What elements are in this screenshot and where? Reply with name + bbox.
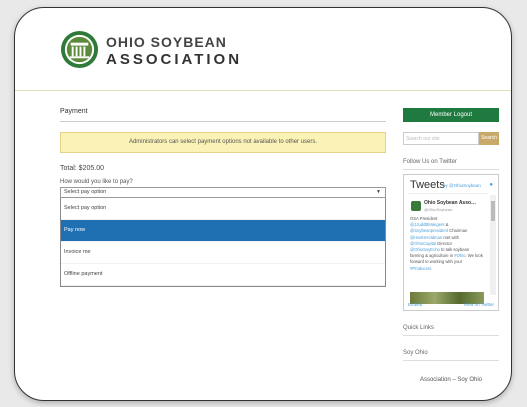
pay-question-label: How would you like to pay?: [60, 179, 133, 185]
tweet-director: Director: [436, 240, 452, 246]
twitter-bird-icon: ●: [489, 182, 493, 188]
option-select-pay[interactable]: Select pay option: [61, 198, 385, 220]
tweet-handle[interactable]: @OhioSoybean: [424, 207, 452, 212]
tweet-met: met with: [442, 234, 459, 240]
admin-notice: Administrators can select payment option…: [60, 132, 386, 153]
tweet-link-6[interactable]: #Ohio: [454, 253, 465, 258]
scrollbar-thumb[interactable]: [491, 201, 495, 221]
tweet-text-plain: OSA President: [410, 216, 438, 221]
option-invoice-me[interactable]: Invoice me: [61, 242, 385, 264]
pay-option-dropdown: Select pay option Pay now Invoice me Off…: [60, 198, 386, 287]
tweets-by-link[interactable]: by @OhioSoybean: [443, 183, 481, 188]
twitter-footer: Embed View on Twitter: [408, 302, 494, 307]
follow-heading: Follow Us on Twitter: [403, 159, 499, 170]
select-value: Select pay option: [64, 189, 107, 195]
browser-card: OHIO SOYBEAN ASSOCIATION Payment Adminis…: [14, 7, 512, 401]
search-row: Search our site Search: [403, 132, 499, 145]
member-logout-button[interactable]: Member Logout: [403, 108, 499, 122]
brand-line-2: ASSOCIATION: [106, 51, 243, 68]
brand-line-1: OHIO SOYBEAN: [106, 34, 227, 50]
tweet-chairman: Chairman: [448, 228, 468, 234]
association-link[interactable]: Association – Soy Ohio: [403, 377, 499, 383]
tweet-link-2[interactable]: @Soybeanpresident: [410, 228, 448, 233]
quick-links-heading[interactable]: Quick Links: [403, 325, 499, 336]
tweet-link-4[interactable]: @OhioCapital: [410, 241, 436, 246]
tweet-link-1[interactable]: @JJuddBMangers: [410, 222, 445, 227]
tweet-link-7[interactable]: #Producers: [410, 266, 431, 271]
page-title: Payment: [60, 108, 386, 122]
search-input[interactable]: Search our site: [403, 132, 479, 145]
tweet-text: OSA President @JJuddBMangers & @Soybeanp…: [410, 216, 484, 272]
tweet-link-5[interactable]: @OhioSoyEcho: [410, 247, 440, 252]
embed-link[interactable]: Embed: [408, 302, 422, 307]
avatar[interactable]: [411, 201, 421, 211]
twitter-widget: Tweets by @OhioSoybean ● Ohio Soybean As…: [403, 174, 499, 311]
option-pay-now[interactable]: Pay now: [61, 220, 385, 242]
soy-ohio-heading[interactable]: Soy Ohio: [403, 350, 499, 361]
chevron-down-icon: ▼: [376, 189, 381, 195]
tweet-link-3[interactable]: @HarrisHoldman: [410, 235, 442, 240]
search-button[interactable]: Search: [479, 132, 499, 145]
tweet-item: Ohio Soybean Asso… @OhioSoybean OSA Pres…: [408, 193, 488, 304]
view-on-twitter-link[interactable]: View on Twitter: [464, 302, 494, 307]
sidebar: Member Logout Search our site Search Fol…: [403, 108, 499, 383]
site-header: OHIO SOYBEAN ASSOCIATION: [15, 8, 511, 91]
tweets-title: Tweets: [410, 179, 445, 191]
payment-section: Payment Administrators can select paymen…: [60, 108, 386, 287]
option-offline-payment[interactable]: Offline payment: [61, 264, 385, 286]
osa-logo-icon[interactable]: [60, 30, 99, 69]
tweet-author[interactable]: Ohio Soybean Asso…: [424, 200, 476, 206]
pay-option-select[interactable]: Select pay option ▼: [60, 187, 386, 198]
tweets-scrollbar[interactable]: [490, 195, 496, 295]
tweet-and: &: [444, 222, 449, 228]
total-amount: Total: $205.00: [60, 165, 104, 172]
